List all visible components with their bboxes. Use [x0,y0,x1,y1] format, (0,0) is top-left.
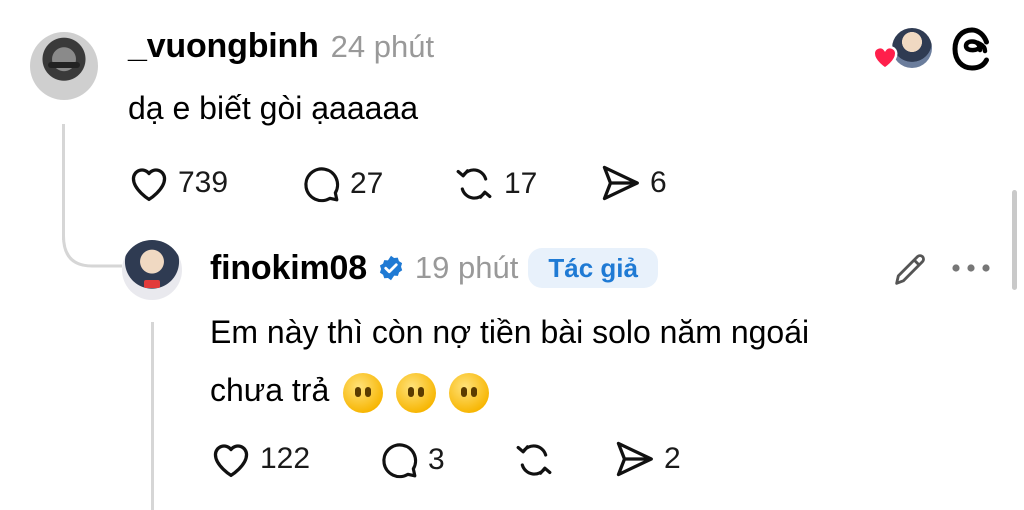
speech-bubble-icon [382,443,418,479]
reply-text-line-2-text: chưa trả [210,372,330,408]
like-count: 739 [178,166,229,199]
thread-line [62,124,65,240]
reply-text-line-2: chưa trả [210,366,809,414]
verified-badge-icon [379,255,403,281]
more-dots-icon[interactable] [950,262,992,274]
timestamp: 24 phút [330,29,435,64]
repost-icon [516,444,552,476]
heart-icon [131,168,167,202]
reply-button[interactable]: 27 [300,164,383,204]
no-mouth-emoji-icon [449,372,490,413]
send-icon [602,165,639,201]
reply-text: Em này thì còn nợ tiền bài solo năm ngoá… [210,308,809,414]
username[interactable]: _vuongbinh [128,26,319,66]
like-button[interactable]: 739 [128,164,228,202]
thread-connector-curve [62,236,122,268]
repost-button[interactable]: 17 [452,164,537,204]
heart-icon [213,444,249,478]
like-count: 122 [260,442,311,475]
comment-text: dạ e biết gòi ạaaaaa [128,90,419,126]
repost-button[interactable] [512,440,556,480]
no-mouth-emoji-icon [343,372,384,413]
liked-heart-icon [872,46,898,70]
reply-count: 3 [428,443,445,476]
share-button[interactable]: 6 [598,164,667,202]
reply-text-line-1: Em này thì còn nợ tiền bài solo năm ngoá… [210,314,810,350]
share-count: 2 [664,442,681,475]
threads-logo-icon[interactable] [950,26,994,72]
share-button[interactable]: 2 [612,440,681,478]
send-icon [616,441,653,477]
repost-count: 17 [504,167,538,200]
timestamp: 19 phút [414,250,519,285]
author-badge: Tác giả [528,248,658,288]
thread-line [151,322,154,510]
reply-count: 27 [350,167,384,200]
pencil-icon[interactable] [890,250,930,290]
share-count: 6 [650,166,667,199]
no-mouth-emoji-icon [396,372,437,413]
avatar-vuongbinh[interactable] [30,32,98,100]
scrollbar[interactable] [1012,190,1017,290]
avatar-finokim08[interactable] [122,240,182,300]
repost-icon [456,168,492,200]
like-button[interactable]: 122 [210,440,310,478]
speech-bubble-icon [304,167,340,203]
liked-by-author-indicator [870,28,932,70]
reply-button[interactable]: 3 [378,440,445,480]
username[interactable]: finokim08 [210,248,367,288]
